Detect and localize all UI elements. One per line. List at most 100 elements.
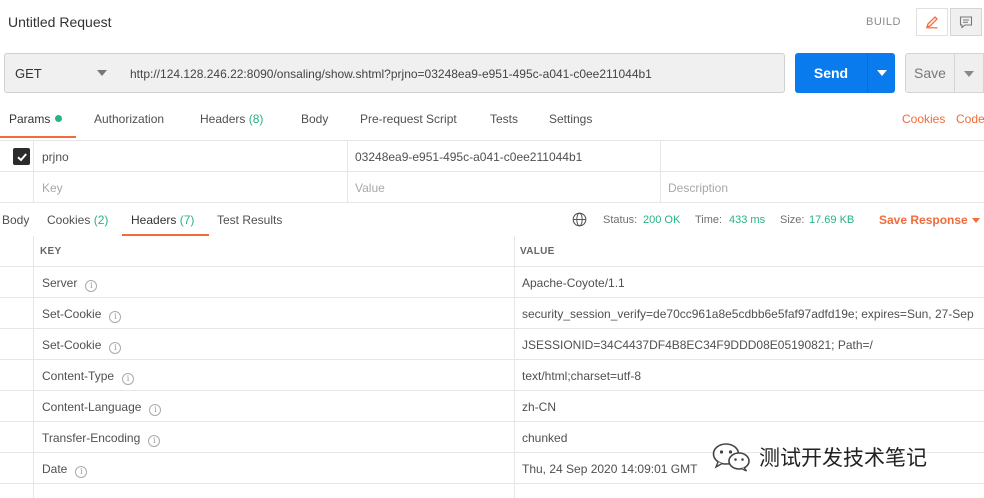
active-tab-indicator (0, 136, 76, 138)
request-tabs: Params Authorization Headers (8) Body Pr… (0, 104, 984, 138)
param-row: prjno 03248ea9-e951-495c-a041-c0ee211044… (0, 141, 984, 172)
request-title[interactable]: Untitled Request (8, 14, 112, 30)
tab-response-cookies-label: Cookies (47, 213, 91, 227)
globe-icon[interactable] (572, 212, 587, 227)
tab-settings[interactable]: Settings (549, 112, 592, 126)
header-key-text: Date (42, 462, 68, 476)
header-value: Apache-Coyote/1.1 (522, 276, 625, 290)
build-mode-label[interactable]: BUILD (866, 16, 901, 28)
comment-icon (959, 16, 973, 29)
header-value: zh-CN (522, 400, 557, 414)
params-table: prjno 03248ea9-e951-495c-a041-c0ee211044… (0, 141, 984, 203)
header-key-text: Server (42, 276, 78, 290)
watermark-text: 测试开发技术笔记 (759, 446, 927, 470)
header-key: Content-Language i (42, 400, 162, 416)
status-value[interactable]: 200 OK (643, 214, 680, 226)
chevron-down-icon[interactable] (972, 218, 980, 223)
save-options-dropdown[interactable] (955, 53, 984, 93)
new-param-description-input[interactable]: Description (668, 181, 728, 195)
save-response-button[interactable]: Save Response (879, 213, 968, 227)
tab-authorization[interactable]: Authorization (94, 112, 164, 126)
column-divider (660, 172, 661, 203)
table-row: Set-Cookie i JSESSIONID=34C4437DF4B8EC34F… (0, 329, 984, 360)
new-param-value-input[interactable]: Value (355, 181, 385, 195)
title-bar: Untitled Request BUILD (0, 0, 984, 46)
header-value: chunked (522, 431, 568, 445)
new-param-key-input[interactable]: Key (42, 181, 63, 195)
chevron-down-icon (877, 70, 887, 76)
column-divider (347, 172, 348, 203)
tab-headers[interactable]: Headers (8) (200, 112, 263, 126)
info-icon[interactable]: i (85, 280, 98, 292)
table-row: Content-Type i text/html;charset=utf-8 (0, 360, 984, 391)
info-icon[interactable]: i (149, 404, 162, 416)
method-value: GET (15, 65, 42, 81)
size-label: Size: (780, 214, 805, 226)
cookies-link[interactable]: Cookies (902, 112, 945, 126)
url-bar: GET http://124.128.246.22:8090/onsaling/… (0, 52, 984, 94)
chevron-down-icon (97, 70, 107, 76)
info-icon[interactable]: i (122, 373, 135, 385)
tab-pre-request-script[interactable]: Pre-request Script (360, 112, 457, 126)
size-value[interactable]: 17.69 KB (809, 214, 854, 226)
header-key: Server i (42, 276, 98, 292)
tab-response-cookies[interactable]: Cookies (2) (47, 213, 108, 227)
pencil-icon (925, 16, 938, 29)
documentation-button[interactable] (950, 8, 982, 36)
param-value[interactable]: 03248ea9-e951-495c-a041-c0ee211044b1 (355, 150, 582, 164)
edit-mode-button[interactable] (916, 8, 948, 36)
header-key: Content-Type i (42, 369, 135, 385)
tab-params[interactable]: Params (9, 112, 63, 126)
value-column-header: VALUE (520, 246, 555, 257)
header-key: Set-Cookie i (42, 338, 122, 354)
header-key-text: Transfer-Encoding (42, 431, 141, 445)
info-icon[interactable]: i (109, 342, 122, 354)
status-label: Status: (603, 214, 638, 226)
table-row: Set-Cookie i security_session_verify=de70… (0, 298, 984, 329)
header-key: Set-Cookie i (42, 307, 122, 323)
header-key-text: Set-Cookie (42, 338, 102, 352)
header-value: Thu, 24 Sep 2020 14:09:01 GMT (522, 462, 698, 476)
column-divider (347, 141, 348, 172)
key-column-header: KEY (40, 246, 62, 257)
header-key-text: Content-Language (42, 400, 142, 414)
checkmark-icon (16, 152, 27, 161)
header-value: text/html;charset=utf-8 (522, 369, 642, 383)
code-link[interactable]: Code (956, 112, 984, 126)
chevron-down-icon (964, 71, 974, 77)
tab-response-cookies-count: (2) (93, 213, 109, 227)
tab-response-headers-label: Headers (131, 213, 177, 227)
time-label: Time: (695, 214, 723, 226)
column-divider (660, 141, 661, 172)
tab-test-results[interactable]: Test Results (217, 213, 282, 227)
info-icon[interactable]: i (109, 311, 122, 323)
save-button[interactable]: Save (905, 53, 955, 93)
url-input[interactable]: http://124.128.246.22:8090/onsaling/show… (119, 53, 785, 93)
response-tabs: Body Cookies (2) Headers (7) Test Result… (0, 204, 984, 236)
wechat-icon (712, 443, 750, 472)
param-key[interactable]: prjno (42, 150, 69, 164)
tab-response-headers[interactable]: Headers (7) (131, 213, 194, 227)
time-value[interactable]: 433 ms (729, 214, 765, 226)
method-select[interactable]: GET (4, 53, 120, 93)
header-key-text: Content-Type (42, 369, 115, 383)
watermark: 测试开发技术笔记 (711, 440, 961, 474)
header-key-text: Set-Cookie (42, 307, 102, 321)
tab-tests[interactable]: Tests (490, 112, 518, 126)
column-divider (33, 141, 34, 172)
info-icon[interactable]: i (148, 435, 161, 447)
send-options-dropdown[interactable] (867, 53, 895, 93)
info-icon[interactable]: i (75, 466, 88, 478)
column-divider (33, 172, 34, 203)
table-row: Content-Language i zh-CN (0, 391, 984, 422)
tab-response-body[interactable]: Body (2, 213, 29, 227)
send-button[interactable]: Send (795, 53, 867, 93)
header-key: Date i (42, 462, 88, 478)
param-enabled-checkbox[interactable] (13, 148, 30, 165)
header-value: security_session_verify=de70cc961a8e5cdb… (522, 307, 974, 321)
table-header: KEY VALUE (0, 236, 984, 267)
tab-response-headers-count: (7) (179, 213, 195, 227)
param-row-new: Key Value Description (0, 172, 984, 203)
tab-body[interactable]: Body (301, 112, 328, 126)
table-row: Server i Apache-Coyote/1.1 (0, 267, 984, 298)
